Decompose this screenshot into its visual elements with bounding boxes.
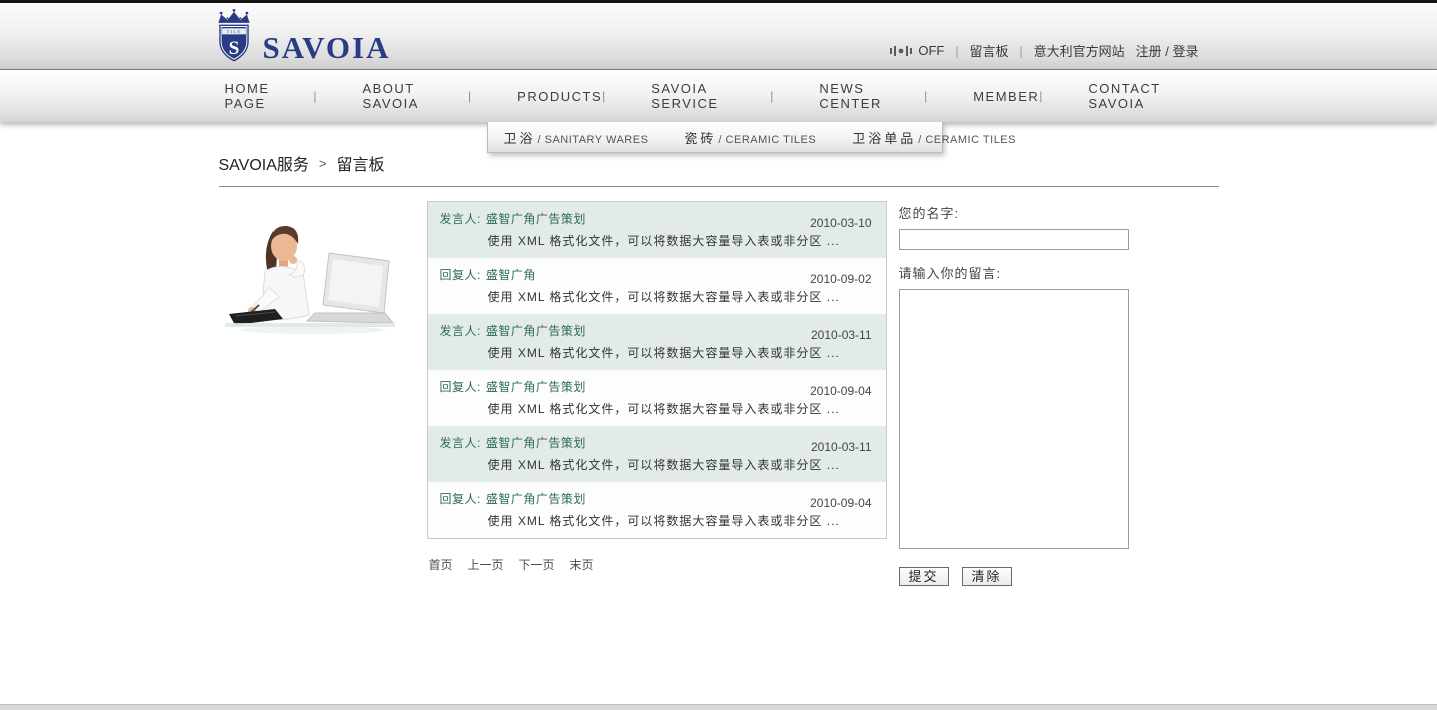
woman-laptop-photo — [221, 217, 397, 339]
pagination-last[interactable]: 末页 — [570, 556, 594, 573]
message-date: 2010-03-11 — [811, 440, 872, 454]
topbar-divider: | — [1020, 44, 1023, 58]
message-row: 发言人: 盛智广角广告策划 2010-03-11 使用 XML 格式化文件，可以… — [428, 314, 886, 370]
message-role: 发言人: — [440, 210, 481, 227]
submenu-label-cn: 瓷砖 — [684, 128, 716, 147]
main-nav-link[interactable]: HOME PAGE — [225, 81, 314, 111]
message-author-link[interactable]: 盛智广角 — [486, 266, 536, 283]
sound-icon — [890, 45, 912, 57]
main-nav-item: PRODUCTS — [468, 89, 602, 104]
photo-column — [219, 201, 427, 344]
message-row: 回复人: 盛智广角广告策划 2010-09-04 使用 XML 格式化文件，可以… — [428, 370, 886, 426]
breadcrumb-current: 留言板 — [337, 151, 385, 175]
submit-button[interactable]: 提交 — [899, 567, 949, 586]
message-date: 2010-09-04 — [810, 496, 871, 510]
clear-button[interactable]: 清除 — [962, 567, 1012, 586]
main-nav-item: ABOUT SAVOIA — [313, 81, 468, 111]
footer-bar — [0, 704, 1437, 710]
message-list: 发言人: 盛智广角广告策划 2010-03-10 使用 XML 格式化文件，可以… — [427, 201, 887, 539]
message-excerpt: 使用 XML 格式化文件，可以将数据大容量导入表或非分区 ... — [488, 288, 876, 305]
pagination-prev[interactable]: 上一页 — [468, 556, 504, 573]
message-excerpt: 使用 XML 格式化文件，可以将数据大容量导入表或非分区 ... — [488, 232, 876, 249]
message-author-link[interactable]: 盛智广角广告策划 — [486, 322, 586, 339]
savoia-logo[interactable]: TILE S SAVOIA — [211, 9, 391, 67]
savoia-shield-crown-icon: TILE S — [211, 9, 257, 67]
pagination-first[interactable]: 首页 — [429, 556, 453, 573]
message-excerpt: 使用 XML 格式化文件，可以将数据大容量导入表或非分区 ... — [488, 400, 876, 417]
message-author-link[interactable]: 盛智广角广告策划 — [486, 378, 586, 395]
message-form: 您的名字: 请输入你的留言: 提交 清除 — [899, 201, 1131, 586]
submenu-link[interactable]: 瓷砖 / CERAMIC TILES — [684, 128, 816, 147]
main-nav: HOME PAGE ABOUT SAVOIA PRODUCTS SAVOIA S… — [0, 70, 1437, 122]
main-nav-item: HOME PAGE — [225, 81, 314, 111]
submenu-link[interactable]: 卫浴单品 / CERAMIC TILES — [852, 128, 1016, 147]
submenu-list: 卫浴 / SANITARY WARES 瓷砖 / CERAMIC TILES 卫… — [488, 122, 942, 152]
message-role: 回复人: — [440, 378, 481, 395]
message-author-link[interactable]: 盛智广角广告策划 — [486, 490, 586, 507]
message-author-link[interactable]: 盛智广角广告策划 — [486, 210, 586, 227]
main-nav-item: SAVOIA SERVICE — [602, 81, 770, 111]
submenu-item: 卫浴单品 / CERAMIC TILES — [852, 128, 1016, 147]
main-nav-link[interactable]: SAVOIA SERVICE — [651, 81, 770, 111]
submenu-item: 瓷砖 / CERAMIC TILES — [684, 128, 816, 147]
topbar-link-italy-site[interactable]: 意大利官方网站 — [1034, 41, 1125, 60]
message-date: 2010-09-02 — [810, 272, 871, 286]
submenu-link[interactable]: 卫浴 / SANITARY WARES — [504, 128, 649, 147]
message-excerpt: 使用 XML 格式化文件，可以将数据大容量导入表或非分区 ... — [488, 512, 876, 529]
message-excerpt: 使用 XML 格式化文件，可以将数据大容量导入表或非分区 ... — [488, 344, 876, 361]
submenu-label-en: / SANITARY WARES — [538, 134, 649, 146]
message-row: 回复人: 盛智广角 2010-09-02 使用 XML 格式化文件，可以将数据大… — [428, 258, 886, 314]
main-nav-item: NEWS CENTER — [770, 81, 924, 111]
name-input[interactable] — [899, 229, 1129, 250]
main-content: SAVOIA服务 > 留言板 — [219, 122, 1219, 586]
message-role: 回复人: — [440, 490, 481, 507]
submenu-label-cn: 卫浴 — [504, 128, 536, 147]
message-excerpt: 使用 XML 格式化文件，可以将数据大容量导入表或非分区 ... — [488, 456, 876, 473]
message-row: 发言人: 盛智广角广告策划 2010-03-10 使用 XML 格式化文件，可以… — [428, 202, 886, 258]
svg-text:S: S — [228, 38, 239, 59]
submenu-label-en: / CERAMIC TILES — [718, 134, 816, 146]
main-nav-link[interactable]: CONTACT SAVOIA — [1088, 81, 1212, 111]
message-author-link[interactable]: 盛智广角广告策划 — [486, 434, 586, 451]
sound-off-label: OFF — [918, 43, 944, 58]
message-role: 回复人: — [440, 266, 481, 283]
topbar-link-message-board[interactable]: 留言板 — [970, 41, 1009, 60]
submenu-item: 卫浴 / SANITARY WARES — [504, 128, 649, 147]
message-date: 2010-09-04 — [810, 384, 871, 398]
pagination-next[interactable]: 下一页 — [519, 556, 555, 573]
main-nav-link[interactable]: NEWS CENTER — [819, 81, 924, 111]
submenu-label-en: / CERAMIC TILES — [918, 134, 1016, 146]
message-label: 请输入你的留言: — [899, 263, 1131, 282]
main-nav-item: MEMBER — [924, 89, 1039, 104]
message-role: 发言人: — [440, 434, 481, 451]
message-list-column: 发言人: 盛智广角广告策划 2010-03-10 使用 XML 格式化文件，可以… — [427, 201, 887, 573]
submenu-label-cn: 卫浴单品 — [852, 128, 916, 147]
topbar-divider: | — [955, 44, 958, 58]
breadcrumb: SAVOIA服务 > 留言板 — [219, 151, 1219, 175]
topbar-link-register-login[interactable]: 注册 / 登录 — [1136, 41, 1199, 60]
main-nav-item: CONTACT SAVOIA — [1039, 81, 1212, 111]
svg-text:TILE: TILE — [226, 29, 240, 34]
main-nav-link[interactable]: PRODUCTS — [517, 89, 602, 104]
products-submenu: 卫浴 / SANITARY WARES 瓷砖 / CERAMIC TILES 卫… — [487, 122, 943, 153]
message-date: 2010-03-11 — [811, 328, 872, 342]
message-row: 回复人: 盛智广角广告策划 2010-09-04 使用 XML 格式化文件，可以… — [428, 482, 886, 538]
breadcrumb-separator: > — [319, 156, 327, 171]
main-nav-list: HOME PAGE ABOUT SAVOIA PRODUCTS SAVOIA S… — [219, 70, 1219, 122]
topbar: OFF | 留言板 | 意大利官方网站 注册 / 登录 — [890, 41, 1198, 60]
breadcrumb-section[interactable]: SAVOIA服务 — [219, 151, 309, 175]
main-nav-link[interactable]: ABOUT SAVOIA — [362, 81, 468, 111]
main-nav-link[interactable]: MEMBER — [973, 89, 1039, 104]
breadcrumb-rule — [219, 186, 1219, 187]
message-date: 2010-03-10 — [810, 216, 871, 230]
site-header: TILE S SAVOIA OFF | 留言板 — [0, 3, 1437, 70]
pagination: 首页 上一页 下一页 末页 — [429, 556, 887, 573]
message-role: 发言人: — [440, 322, 481, 339]
sound-toggle[interactable]: OFF — [890, 43, 944, 58]
message-row: 发言人: 盛智广角广告策划 2010-03-11 使用 XML 格式化文件，可以… — [428, 426, 886, 482]
name-label: 您的名字: — [899, 203, 1131, 222]
message-textarea[interactable] — [899, 289, 1129, 549]
brand-wordmark: SAVOIA — [263, 32, 391, 63]
